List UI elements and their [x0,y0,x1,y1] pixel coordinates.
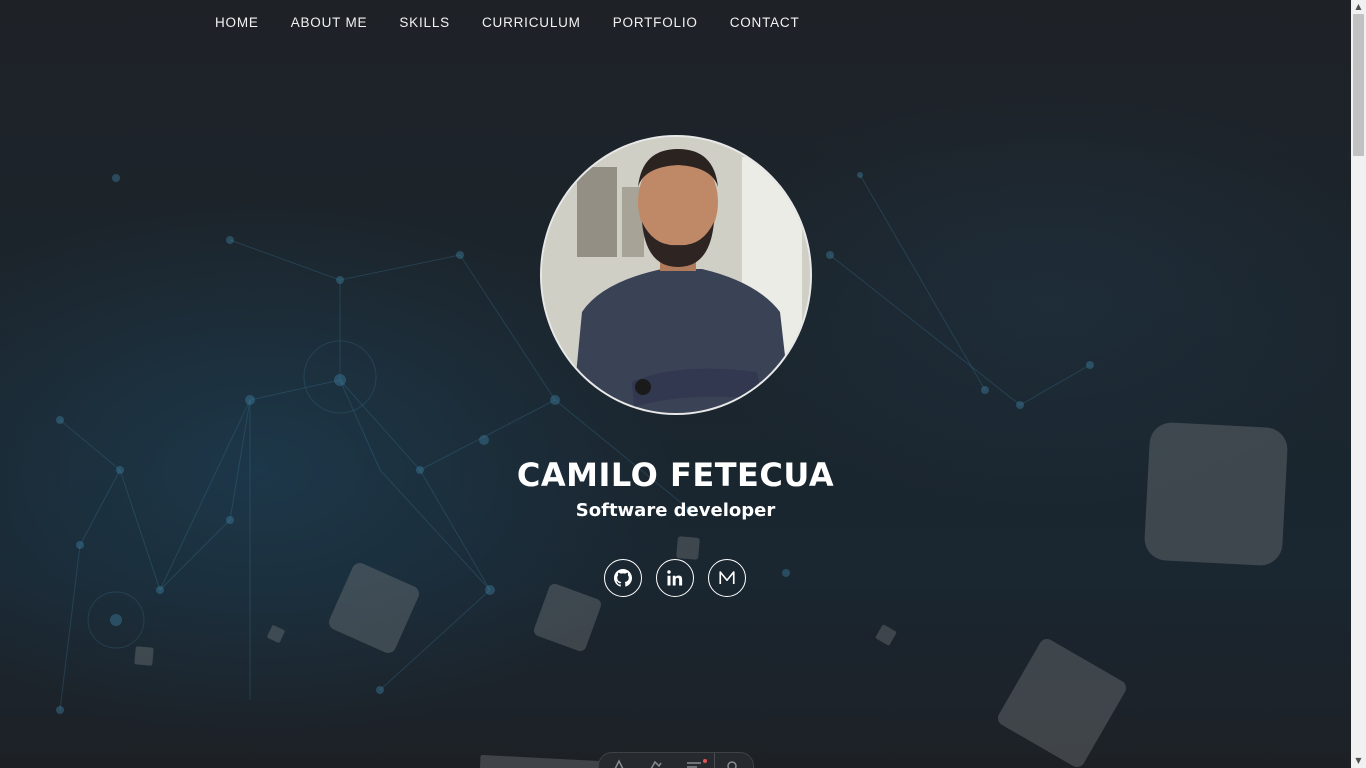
decor-square [1143,421,1289,567]
profile-photo [540,135,812,415]
hero-section: HOME ABOUT ME SKILLS CURRICULUM PORTFOLI… [0,0,1351,768]
page-scrollbar[interactable]: ▲ ▼ [1351,0,1366,768]
scroll-down-icon[interactable]: ▼ [1351,754,1366,768]
toolbar-divider [714,753,715,768]
nav-portfolio[interactable]: PORTFOLIO [597,15,714,30]
nav-home[interactable]: HOME [199,15,275,30]
scrollbar-thumb[interactable] [1353,14,1364,156]
github-icon [614,569,632,587]
nav-contact[interactable]: CONTACT [714,15,816,30]
top-navbar: HOME ABOUT ME SKILLS CURRICULUM PORTFOLI… [0,0,1351,45]
profile-photo-illustration [542,137,810,413]
medium-link[interactable] [708,559,746,597]
linkedin-link[interactable] [656,559,694,597]
nav-curriculum[interactable]: CURRICULUM [466,15,597,30]
hero-role: Software developer [575,500,776,521]
github-link[interactable] [604,559,642,597]
scroll-up-icon[interactable]: ▲ [1351,0,1366,14]
bottom-toolbar [598,752,754,768]
toolbar-icons [614,759,737,768]
nav-about-me[interactable]: ABOUT ME [275,15,384,30]
medium-icon [719,571,735,584]
decor-square [676,536,700,560]
social-links [604,559,746,597]
nav-skills[interactable]: SKILLS [383,15,466,30]
decor-square [134,646,154,666]
hero-name: CAMILO FETECUA [516,456,835,494]
linkedin-icon [667,570,683,586]
